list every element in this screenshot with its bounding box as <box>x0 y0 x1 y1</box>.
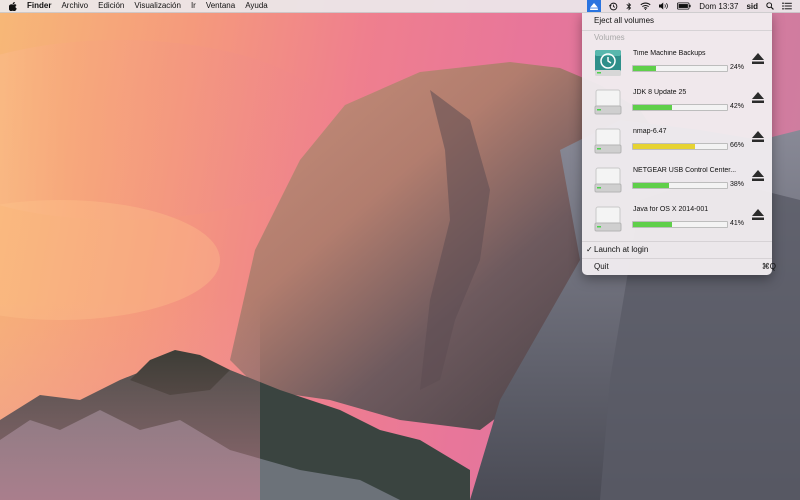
menu-ir[interactable]: Ir <box>191 0 196 12</box>
volume-name: NETGEAR USB Control Center... <box>633 167 737 174</box>
disk-image-icon <box>594 204 622 234</box>
eject-volume-icon[interactable] <box>752 209 764 220</box>
volume-usage-percent: 38% <box>730 181 745 188</box>
menu-divider <box>582 258 772 259</box>
volume-item-nmap-6-47[interactable]: nmap-6.47 66% <box>582 122 772 160</box>
checkmark-icon: ✓ <box>586 245 593 254</box>
volume-usage-fill <box>633 144 696 149</box>
volume-usage-fill <box>633 183 669 188</box>
menu-divider <box>582 30 772 31</box>
menu-divider <box>582 241 772 242</box>
eject-menu-dropdown: Eject all volumes Volumes Time Machine B… <box>582 12 776 275</box>
menu-bar-clock[interactable]: Dom 13:37 <box>699 2 738 11</box>
time-machine-icon[interactable] <box>609 0 618 12</box>
volumes-section-label: Volumes <box>594 33 625 42</box>
notification-center-icon[interactable] <box>782 0 792 12</box>
menu-archivo[interactable]: Archivo <box>61 0 88 12</box>
menu-ayuda[interactable]: Ayuda <box>245 0 268 12</box>
volume-item-jdk-8-update-25[interactable]: JDK 8 Update 25 42% <box>582 83 772 121</box>
volume-usage-bar <box>632 104 728 111</box>
eject-icon[interactable] <box>587 0 602 12</box>
battery-icon[interactable] <box>677 0 691 12</box>
menu-edicion[interactable]: Edición <box>98 0 124 12</box>
volume-usage-bar <box>632 182 728 189</box>
quit-shortcut: ⌘Q <box>761 262 776 271</box>
spotlight-icon[interactable] <box>766 0 774 12</box>
eject-all-volumes-item[interactable]: Eject all volumes <box>582 14 784 28</box>
menu-visualizacion[interactable]: Visualización <box>134 0 181 12</box>
quit-item[interactable]: Quit ⌘Q <box>582 260 784 274</box>
menu-bar-left: Finder Archivo Edición Visualización Ir … <box>0 0 278 12</box>
volume-item-time-machine-backups[interactable]: Time Machine Backups 24% <box>582 44 772 82</box>
eject-volume-icon[interactable] <box>752 53 764 64</box>
eject-volume-icon[interactable] <box>752 131 764 142</box>
volume-name: Java for OS X 2014-001 <box>633 206 709 213</box>
volume-usage-percent: 42% <box>730 103 745 110</box>
volume-usage-percent: 41% <box>730 220 745 227</box>
volume-usage-fill <box>633 66 656 71</box>
volume-name: JDK 8 Update 25 <box>633 89 687 96</box>
volume-icon[interactable] <box>659 0 669 12</box>
volume-usage-fill <box>633 105 673 110</box>
volume-usage-bar <box>632 65 728 72</box>
disk-image-icon <box>594 126 622 156</box>
eject-volume-icon[interactable] <box>752 92 764 103</box>
volume-usage-percent: 24% <box>730 64 745 71</box>
volume-usage-fill <box>633 222 672 227</box>
volume-usage-bar <box>632 221 728 228</box>
volume-usage-bar <box>632 143 728 150</box>
volume-item-netgear-usb-control-center[interactable]: NETGEAR USB Control Center... 38% <box>582 161 772 199</box>
launch-at-login-item[interactable]: ✓Launch at login <box>582 243 776 257</box>
apple-logo-icon[interactable] <box>9 1 19 11</box>
launch-at-login-label: Launch at login <box>594 245 649 254</box>
disk-image-icon <box>594 87 622 117</box>
volume-name: Time Machine Backups <box>633 50 706 57</box>
quit-label: Quit <box>594 262 609 271</box>
wifi-icon[interactable] <box>640 0 651 12</box>
menu-bar-user[interactable]: sid <box>746 2 758 11</box>
eject-volume-icon[interactable] <box>752 170 764 181</box>
volume-item-java-for-os-x-2014-001[interactable]: Java for OS X 2014-001 41% <box>582 200 772 238</box>
disk-image-icon <box>594 165 622 195</box>
volume-usage-percent: 66% <box>730 142 745 149</box>
time-machine-drive-icon <box>594 48 622 78</box>
menu-bar-right: Dom 13:37 sid <box>587 0 792 12</box>
volume-name: nmap-6.47 <box>633 128 667 135</box>
bluetooth-icon[interactable] <box>626 0 632 12</box>
menu-ventana[interactable]: Ventana <box>206 0 235 12</box>
menu-app-name[interactable]: Finder <box>27 0 51 12</box>
menu-bar: Finder Archivo Edición Visualización Ir … <box>0 0 800 13</box>
